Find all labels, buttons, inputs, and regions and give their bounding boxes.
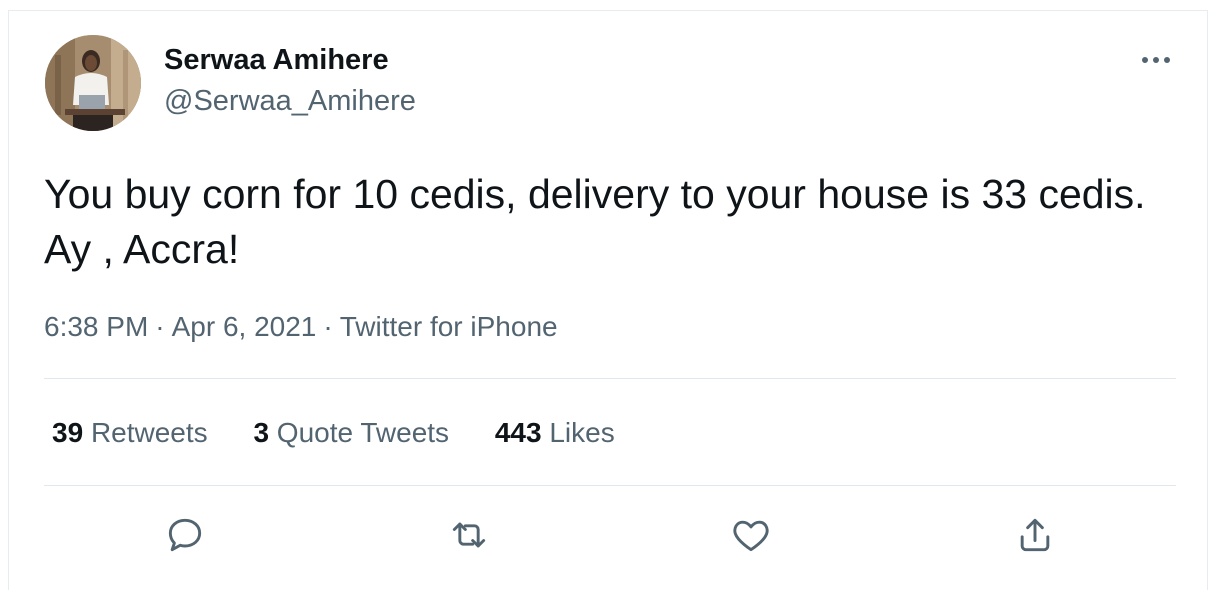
tweet-stats: 39 Retweets 3 Quote Tweets 443 Likes	[52, 417, 653, 449]
tweet-text: You buy corn for 10 cedis, delivery to y…	[44, 171, 1146, 272]
likes-stat[interactable]: 443 Likes	[495, 417, 615, 449]
quote-tweets-count: 3	[253, 417, 270, 448]
tweet-time: 6:38 PM	[44, 311, 149, 342]
author-display-name[interactable]: Serwaa Amihere	[164, 44, 389, 77]
share-icon	[1020, 518, 1050, 552]
retweets-label: Retweets	[90, 417, 208, 448]
retweets-count: 39	[52, 417, 84, 448]
tweet-meta: 6:38 PM · Apr 6, 2021 · Twitter for iPhone	[44, 311, 558, 343]
tweet-card: Serwaa Amihere @Serwaa_Amihere You buy c…	[8, 10, 1208, 590]
reply-button[interactable]	[163, 513, 207, 557]
divider	[44, 485, 1176, 486]
quote-tweets-stat[interactable]: 3 Quote Tweets	[253, 417, 449, 449]
avatar[interactable]	[45, 35, 141, 131]
avatar-photo	[45, 35, 141, 131]
meta-separator: ·	[155, 311, 165, 342]
retweet-icon	[452, 522, 486, 548]
meta-separator: ·	[323, 311, 333, 342]
reply-icon	[168, 518, 202, 552]
like-icon	[733, 520, 769, 552]
likes-label: Likes	[549, 417, 615, 448]
like-button[interactable]	[729, 513, 773, 557]
tweet-timestamp[interactable]: 6:38 PM · Apr 6, 2021	[44, 311, 316, 342]
tweet-source[interactable]: Twitter for iPhone	[340, 311, 558, 342]
author-handle[interactable]: @Serwaa_Amihere	[164, 85, 416, 118]
more-options-icon[interactable]	[1135, 45, 1181, 75]
share-button[interactable]	[1013, 513, 1057, 557]
likes-count: 443	[494, 417, 542, 448]
quote-tweets-label: Quote Tweets	[276, 417, 450, 448]
tweet-date: Apr 6, 2021	[171, 311, 317, 342]
retweet-button[interactable]	[447, 513, 491, 557]
divider	[44, 378, 1176, 379]
retweets-stat[interactable]: 39 Retweets	[52, 417, 208, 449]
